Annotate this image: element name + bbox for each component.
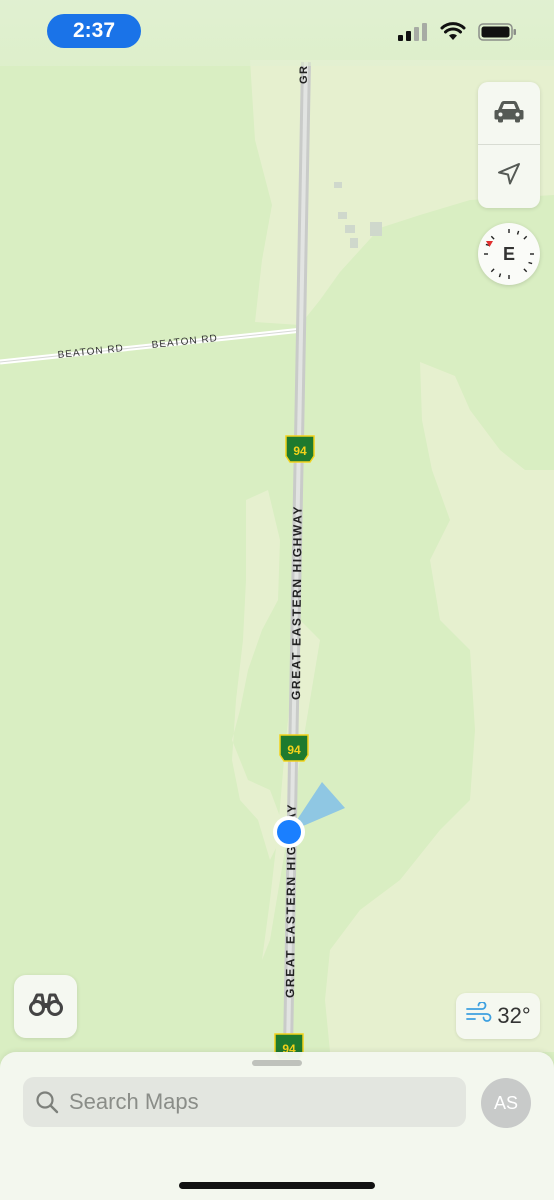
search-input[interactable] [67, 1081, 451, 1123]
maps-app: BEATON RD BEATON RD GR GREAT EASTERN HIG… [0, 0, 554, 1200]
wifi-icon [440, 22, 466, 47]
search-icon [35, 1090, 59, 1114]
user-location-dot[interactable] [277, 820, 301, 844]
status-time[interactable]: 2:37 [47, 14, 141, 48]
location-arrow-icon [496, 161, 522, 192]
search-sheet[interactable]: AS [0, 1052, 554, 1200]
route-shield-2-label: 94 [287, 743, 301, 757]
battery-icon [478, 22, 518, 47]
sheet-grabber[interactable] [252, 1060, 302, 1066]
wind-icon [465, 1001, 493, 1030]
driving-mode-button[interactable] [478, 82, 540, 144]
compass-heading: E [502, 243, 515, 264]
look-around-button[interactable] [14, 975, 77, 1038]
avatar[interactable]: AS [481, 1078, 531, 1128]
temperature: 32° [497, 1003, 531, 1028]
route-shield-1-label: 94 [293, 444, 307, 458]
binoculars-icon [28, 992, 63, 1021]
cellular-signal-icon [398, 23, 428, 46]
map-controls [478, 82, 540, 208]
home-indicator[interactable] [179, 1182, 375, 1189]
road-label-highway-1: GREAT EASTERN HIGHWAY [289, 505, 305, 700]
route-shield-2: 94 [279, 734, 309, 762]
compass-button[interactable]: E [478, 223, 540, 285]
road-label-highway-top: GR [298, 65, 310, 85]
status-bar: 2:37 [0, 0, 554, 66]
car-icon [493, 99, 525, 128]
weather-widget[interactable]: 32° [456, 993, 540, 1039]
current-location-button[interactable] [478, 145, 540, 207]
search-field[interactable] [23, 1077, 466, 1127]
status-icons [398, 22, 518, 47]
route-shield-1: 94 [285, 435, 315, 463]
